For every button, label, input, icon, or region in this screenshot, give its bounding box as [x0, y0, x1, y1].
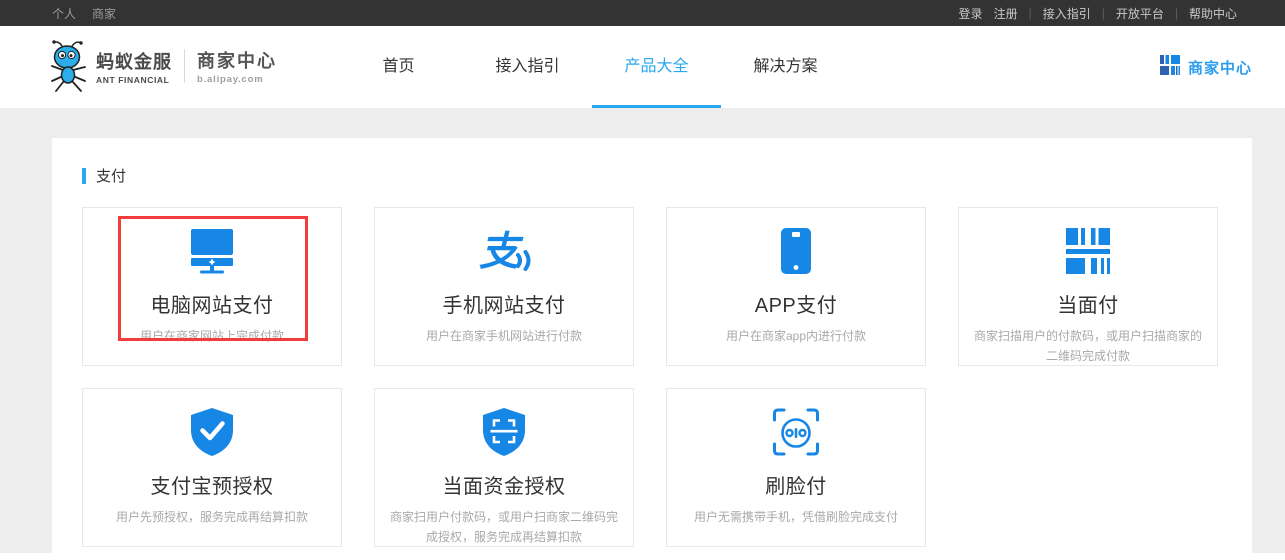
- product-card-description: 用户先预授权，服务完成再结算扣款: [115, 510, 308, 524]
- topbar-link[interactable]: 商家: [92, 5, 116, 22]
- desktop-icon: [189, 228, 235, 274]
- main-nav: 首页 接入指引 产品大全 解决方案: [334, 26, 850, 108]
- alipay-logo-icon: 支: [477, 228, 531, 274]
- product-card[interactable]: 当面付商家扫描用户的付款码，或用户扫描商家的二维码完成付款: [958, 207, 1218, 366]
- merchant-center-label: 商家中心: [1187, 59, 1252, 77]
- brand-name-cn: 蚂蚁金服: [96, 51, 172, 72]
- topbar-link[interactable]: 接入指引: [1043, 5, 1091, 22]
- brand-text: 蚂蚁金服 ANT FINANCIAL: [96, 48, 172, 85]
- logo-divider: [184, 49, 185, 83]
- content-background: 支付 电脑网站支付用户在商家网站上完成付款 支 手机网站支付用户在商家手机网站进…: [0, 108, 1285, 560]
- topbar-separator: |: [1174, 6, 1178, 20]
- topbar-link[interactable]: 个人: [52, 5, 76, 22]
- topbar-link[interactable]: 注册: [994, 5, 1018, 22]
- ant-financial-mascot-icon: [50, 38, 88, 94]
- topbar-left: 个人 商家: [52, 5, 116, 22]
- site-name-cn: 商家中心: [197, 51, 277, 71]
- product-card-description: 用户在商家手机网站进行付款: [425, 329, 582, 343]
- shield-scan-icon: [481, 408, 527, 456]
- product-card-title: APP支付: [754, 295, 838, 317]
- product-card-title: 当面资金授权: [442, 476, 566, 498]
- topbar-right: 登录 注册 | 接入指引 | 开放平台 | 帮助中心: [959, 5, 1237, 22]
- product-card[interactable]: 刷脸付用户无需携带手机，凭借刷脸完成支付: [666, 388, 926, 547]
- site-text: 商家中心 b.alipay.com: [197, 47, 277, 85]
- product-card[interactable]: 支 手机网站支付用户在商家手机网站进行付款: [374, 207, 634, 366]
- nav-item[interactable]: 接入指引: [463, 26, 592, 108]
- product-card-description: 用户无需携带手机，凭借刷脸完成支付: [693, 510, 898, 524]
- topbar-link[interactable]: 开放平台: [1116, 5, 1164, 22]
- product-card-grid: 电脑网站支付用户在商家网站上完成付款 支 手机网站支付用户在商家手机网站进行付款…: [82, 207, 1222, 547]
- section-title-label: 支付: [96, 168, 127, 185]
- shield-check-icon: [189, 408, 235, 456]
- product-card[interactable]: 当面资金授权商家扫用户付款码，或用户扫商家二维码完成授权，服务完成再结算扣款: [374, 388, 634, 547]
- product-card-title: 电脑网站支付: [150, 295, 274, 317]
- section-title: 支付: [82, 165, 1222, 186]
- product-card-title: 手机网站支付: [442, 295, 566, 317]
- smartphone-icon: [781, 228, 811, 274]
- topbar-link[interactable]: 帮助中心: [1189, 5, 1237, 22]
- merchant-center-link[interactable]: 商家中心: [1159, 26, 1252, 108]
- product-card-description: 用户在商家app内进行付款: [725, 329, 867, 343]
- site-header: 蚂蚁金服 ANT FINANCIAL 商家中心 b.alipay.com 首页接…: [0, 26, 1285, 108]
- merchant-grid-icon: [1159, 54, 1180, 80]
- topbar-separator: |: [1101, 6, 1105, 20]
- product-card-description: 商家扫描用户的付款码，或用户扫描商家的二维码完成付款: [973, 329, 1202, 363]
- logo[interactable]: 蚂蚁金服 ANT FINANCIAL 商家中心 b.alipay.com: [50, 38, 277, 94]
- topbar-link[interactable]: 登录: [959, 5, 983, 22]
- topbar-separator: |: [1028, 6, 1032, 20]
- nav-item-active[interactable]: 产品大全: [592, 26, 721, 108]
- product-card-description: 用户在商家网站上完成付款: [139, 329, 284, 343]
- section-title-accent-bar: [82, 167, 86, 184]
- topbar: 个人 商家 登录 注册 | 接入指引 | 开放平台 | 帮助中心: [0, 0, 1285, 26]
- product-card-description: 商家扫用户付款码，或用户扫商家二维码完成授权，服务完成再结算扣款: [389, 510, 618, 544]
- product-card[interactable]: APP支付用户在商家app内进行付款: [666, 207, 926, 366]
- product-card[interactable]: 电脑网站支付用户在商家网站上完成付款: [82, 207, 342, 366]
- product-card-title: 当面付: [1057, 295, 1119, 317]
- face-scan-icon: [771, 408, 821, 456]
- brand-name-en: ANT FINANCIAL: [96, 74, 170, 85]
- barcode-icon: [1064, 228, 1112, 274]
- page: 个人 商家 登录 注册 | 接入指引 | 开放平台 | 帮助中心 蚂蚁金服 AN…: [0, 0, 1285, 560]
- product-card-title: 支付宝预授权: [150, 476, 274, 498]
- nav-item[interactable]: 首页: [334, 26, 463, 108]
- main-panel: 支付 电脑网站支付用户在商家网站上完成付款 支 手机网站支付用户在商家手机网站进…: [52, 138, 1252, 560]
- site-domain: b.alipay.com: [197, 74, 264, 85]
- nav-item[interactable]: 解决方案: [721, 26, 850, 108]
- product-card-title: 刷脸付: [765, 476, 827, 498]
- product-card[interactable]: 支付宝预授权用户先预授权，服务完成再结算扣款: [82, 388, 342, 547]
